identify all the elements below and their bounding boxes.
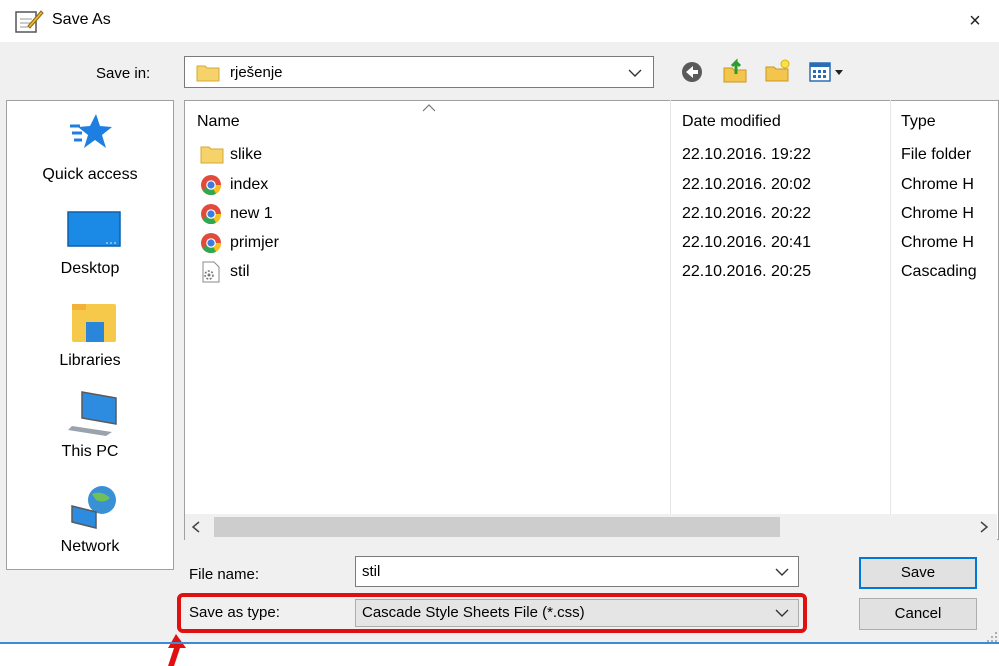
window-title: Save As (52, 11, 111, 28)
table-row[interactable] (186, 230, 997, 255)
view-menu-icon[interactable] (808, 60, 848, 84)
save-in-value: rješenje (230, 64, 283, 81)
column-header-name[interactable]: Name (197, 113, 240, 131)
file-date: 22.10.2016. 19:22 (682, 146, 812, 163)
column-header-date[interactable]: Date modified (682, 113, 781, 131)
file-date: 22.10.2016. 20:25 (682, 263, 812, 280)
file-name: new 1 (230, 205, 273, 222)
place-label-libraries[interactable]: Libraries (6, 352, 174, 370)
this-pc-icon[interactable] (66, 388, 122, 436)
save-button[interactable]: Save (859, 557, 977, 589)
save-in-label: Save in: (96, 65, 151, 82)
network-icon[interactable] (66, 484, 122, 534)
resize-grip-icon[interactable] (986, 630, 998, 642)
place-label-quick-access[interactable]: Quick access (6, 166, 174, 184)
chrome-icon (201, 175, 222, 196)
file-name: index (230, 176, 269, 193)
folder-icon (200, 146, 224, 164)
close-button[interactable]: × (958, 6, 992, 36)
scrollbar-thumb[interactable] (214, 517, 780, 537)
column-header-type[interactable]: Type (901, 113, 936, 131)
file-type: File folder (901, 146, 972, 163)
file-type: Chrome H (901, 176, 974, 193)
file-type: Cascading (901, 263, 977, 280)
folder-icon (196, 65, 220, 82)
scroll-left-icon[interactable] (190, 520, 202, 534)
file-date: 22.10.2016. 20:02 (682, 176, 812, 193)
chevron-down-icon (628, 69, 642, 77)
file-date: 22.10.2016. 20:41 (682, 234, 812, 251)
table-row[interactable] (186, 259, 997, 284)
up-folder-icon[interactable] (722, 58, 748, 84)
chevron-down-icon[interactable] (775, 567, 789, 577)
file-name-input[interactable] (355, 556, 799, 587)
scroll-right-icon[interactable] (978, 520, 990, 534)
table-row[interactable] (186, 201, 997, 226)
table-row[interactable] (186, 143, 997, 168)
file-date: 22.10.2016. 20:22 (682, 205, 812, 222)
new-folder-icon[interactable] (764, 58, 792, 84)
save-as-icon (15, 10, 44, 33)
place-label-network[interactable]: Network (6, 538, 174, 556)
file-name: primjer (230, 234, 279, 251)
chrome-icon (201, 204, 222, 225)
annotation-arrow-icon (168, 634, 186, 666)
quick-access-icon[interactable] (68, 110, 112, 154)
annotation-highlight (177, 593, 807, 633)
desktop-icon[interactable] (66, 210, 122, 250)
chrome-icon (201, 233, 222, 254)
file-name-value: stil (362, 563, 381, 580)
cancel-button[interactable]: Cancel (859, 598, 977, 630)
back-icon[interactable] (680, 60, 704, 84)
css-file-icon (202, 261, 220, 283)
place-label-this-pc[interactable]: This PC (6, 443, 174, 461)
file-type: Chrome H (901, 234, 974, 251)
table-row[interactable] (186, 172, 997, 197)
sort-arrow-icon (422, 104, 436, 112)
file-name: stil (230, 263, 250, 280)
title-bar (0, 0, 999, 42)
file-name-label: File name: (189, 566, 260, 583)
file-type: Chrome H (901, 205, 974, 222)
libraries-icon[interactable] (70, 300, 120, 344)
window-bottom-edge (0, 642, 999, 644)
place-label-desktop[interactable]: Desktop (6, 260, 174, 278)
file-name: slike (230, 146, 263, 163)
